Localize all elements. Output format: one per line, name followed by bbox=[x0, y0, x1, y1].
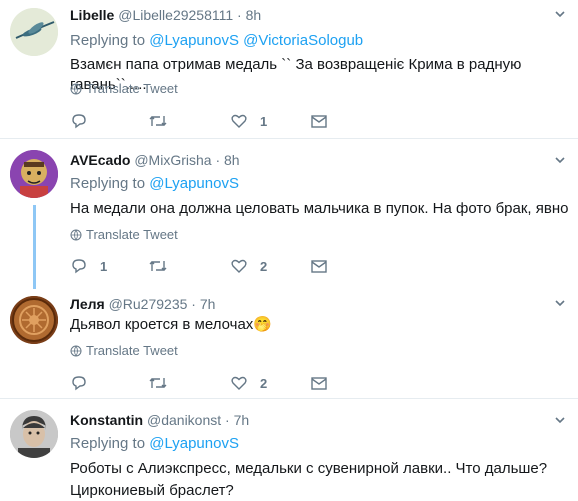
reply-icon bbox=[72, 376, 86, 391]
tweet-actions: 1 bbox=[70, 111, 370, 131]
direct-message-button[interactable] bbox=[310, 111, 328, 131]
tweet-3[interactable]: Леля @Ru279235 · 7h Дьявол кроется в мел… bbox=[0, 289, 578, 399]
mention-link[interactable]: @LyapunovS bbox=[149, 32, 239, 49]
replying-to: Replying to @LyapunovS @VictoriaSologub bbox=[70, 32, 363, 50]
translate-tweet-link[interactable]: Translate Tweet bbox=[70, 81, 178, 97]
tweet-header: Konstantin @danikonst · 7h bbox=[70, 411, 249, 429]
timestamp[interactable]: 7h bbox=[234, 412, 250, 428]
avatar[interactable] bbox=[10, 150, 58, 198]
user-handle[interactable]: @danikonst bbox=[147, 412, 221, 428]
tweet-header: Леля @Ru279235 · 7h bbox=[70, 295, 215, 313]
translate-tweet-link[interactable]: Translate Tweet bbox=[70, 343, 178, 359]
translate-label: Translate Tweet bbox=[86, 227, 178, 242]
globe-icon bbox=[70, 83, 82, 95]
replying-to-label: Replying to bbox=[70, 175, 146, 192]
tweet-text: На медали она должна целовать мальчика в… bbox=[70, 200, 569, 217]
retweet-icon bbox=[149, 378, 167, 388]
mention-link[interactable]: @LyapunovS bbox=[149, 435, 239, 452]
like-button[interactable]: 2 bbox=[230, 256, 267, 276]
like-count: 1 bbox=[260, 113, 268, 129]
display-name[interactable]: Konstantin bbox=[70, 412, 143, 428]
display-name[interactable]: Леля bbox=[70, 296, 105, 312]
reply-icon bbox=[72, 114, 86, 129]
reply-button[interactable] bbox=[70, 111, 88, 131]
like-count: 2 bbox=[260, 375, 268, 391]
tweet-1[interactable]: Libelle @Libelle29258111 · 8h Replying t… bbox=[0, 0, 578, 131]
envelope-icon bbox=[311, 377, 327, 390]
reply-button[interactable]: 1 bbox=[70, 256, 107, 276]
avatar[interactable] bbox=[10, 410, 58, 458]
direct-message-button[interactable] bbox=[310, 256, 328, 276]
heart-icon bbox=[231, 376, 247, 390]
chevron-down-icon[interactable] bbox=[554, 414, 566, 426]
translate-label: Translate Tweet bbox=[86, 343, 178, 358]
chevron-down-icon[interactable] bbox=[554, 297, 566, 309]
chevron-down-icon[interactable] bbox=[554, 154, 566, 166]
face-with-hand-over-mouth-emoji: 🤭 bbox=[253, 316, 272, 333]
tweet-4[interactable]: Konstantin @danikonst · 7h Replying to @… bbox=[0, 399, 578, 501]
envelope-icon bbox=[311, 115, 327, 128]
separator-dot: · bbox=[225, 412, 230, 428]
chevron-down-icon[interactable] bbox=[554, 8, 566, 20]
reply-count: 1 bbox=[100, 258, 108, 274]
retweet-button[interactable] bbox=[148, 111, 168, 131]
tweet-actions: 2 bbox=[70, 373, 370, 393]
tweet-actions: 1 2 bbox=[70, 256, 370, 276]
separator-dot: · bbox=[215, 152, 221, 168]
tweet-header: AVEcado @MixGrisha · 8h bbox=[70, 151, 240, 169]
envelope-icon bbox=[311, 260, 327, 273]
heart-icon bbox=[231, 259, 247, 273]
thread-line bbox=[33, 205, 36, 289]
user-handle[interactable]: @MixGrisha bbox=[134, 152, 211, 168]
replying-to-label: Replying to bbox=[70, 32, 146, 49]
like-button[interactable]: 2 bbox=[230, 373, 267, 393]
timestamp[interactable]: 8h bbox=[224, 152, 240, 168]
separator-dot: · bbox=[237, 7, 242, 23]
reply-button[interactable] bbox=[70, 373, 88, 393]
timestamp[interactable]: 7h bbox=[200, 296, 216, 312]
mention-link[interactable]: @VictoriaSologub bbox=[243, 32, 363, 49]
tweet-text: Роботы с Алиэкспресс, медальки с сувенир… bbox=[70, 460, 548, 499]
translate-label: Translate Tweet bbox=[86, 81, 178, 96]
user-handle[interactable]: @Ru279235 bbox=[109, 296, 188, 312]
globe-icon bbox=[70, 345, 82, 357]
avatar[interactable] bbox=[10, 296, 58, 344]
tweet-2[interactable]: AVEcado @MixGrisha · 8h Replying to @Lya… bbox=[0, 139, 578, 289]
retweet-icon bbox=[149, 261, 167, 271]
translate-tweet-link[interactable]: Translate Tweet bbox=[70, 227, 178, 243]
retweet-icon bbox=[149, 116, 167, 126]
like-button[interactable]: 1 bbox=[230, 111, 267, 131]
mention-link[interactable]: @LyapunovS bbox=[149, 175, 239, 192]
tweet-text: Дьявол кроется в мелочах🤭 bbox=[70, 315, 570, 335]
globe-icon bbox=[70, 229, 82, 241]
user-handle[interactable]: @Libelle29258111 bbox=[118, 7, 233, 23]
like-count: 2 bbox=[260, 258, 268, 274]
retweet-button[interactable] bbox=[148, 373, 168, 393]
separator-dot: · bbox=[191, 296, 196, 312]
tweet-header: Libelle @Libelle29258111 · 8h bbox=[70, 6, 261, 24]
reply-icon bbox=[72, 259, 86, 274]
tweet-text-body: Дьявол кроется в мелочах bbox=[70, 316, 254, 333]
replying-to: Replying to @LyapunovS bbox=[70, 435, 239, 453]
avatar[interactable] bbox=[10, 8, 58, 56]
display-name[interactable]: AVEcado bbox=[70, 152, 130, 168]
heart-icon bbox=[231, 114, 247, 128]
retweet-button[interactable] bbox=[148, 256, 168, 276]
replying-to-label: Replying to bbox=[70, 435, 146, 452]
timestamp[interactable]: 8h bbox=[246, 7, 262, 23]
direct-message-button[interactable] bbox=[310, 373, 328, 393]
replying-to: Replying to @LyapunovS bbox=[70, 175, 239, 193]
display-name[interactable]: Libelle bbox=[70, 7, 114, 23]
